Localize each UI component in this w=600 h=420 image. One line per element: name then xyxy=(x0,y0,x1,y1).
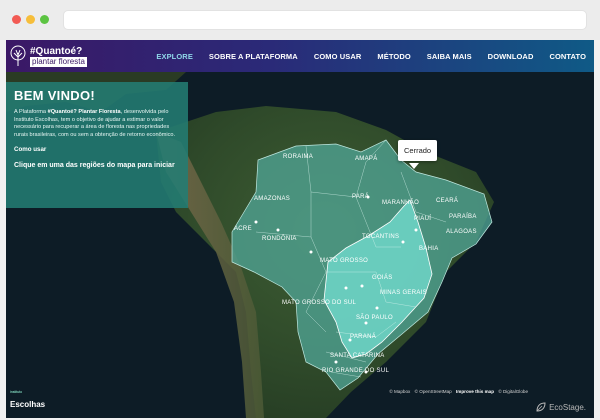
state-label-rio-grande-do-sul: RIO GRANDE DO SUL xyxy=(322,368,389,374)
region-tooltip[interactable]: Cerrado xyxy=(398,140,438,161)
maximize-window-dot[interactable] xyxy=(40,15,49,24)
state-label-para: PARÁ xyxy=(352,193,369,200)
state-label-parana: PARANÁ xyxy=(350,333,376,340)
nav-item-contato[interactable]: CONTATO xyxy=(541,52,594,61)
credit-logo[interactable]: EcoStage. xyxy=(536,402,586,412)
address-bar[interactable] xyxy=(63,10,587,30)
browser-chrome xyxy=(0,0,600,40)
state-label-santa-catarina: SANTA CATARINA xyxy=(330,353,385,359)
digitalglobe-attribution[interactable]: © DigitalGlobe xyxy=(498,389,528,394)
state-label-roraima: RORAIMA xyxy=(283,154,313,160)
browser-window: RORAIMA AMAPÁ AMAZONAS PARÁ MARANHÃO CEA… xyxy=(0,0,600,420)
state-label-amazonas: AMAZONAS xyxy=(254,196,290,202)
tree-logo-icon xyxy=(10,45,26,66)
osm-attribution[interactable]: © OpenStreetMap xyxy=(415,389,452,394)
state-label-maranhao: MARANHÃO xyxy=(382,199,419,206)
welcome-description: A Plataforma #Quantoé? Plantar Floresta,… xyxy=(14,109,180,139)
state-label-mato-grosso-do-sul: MATO GROSSO DO SUL xyxy=(282,300,357,306)
state-label-mato-grosso: MATO GROSSO xyxy=(320,258,368,264)
logo-text: #Quantoé? plantar floresta xyxy=(30,46,87,67)
logo-subtitle: plantar floresta xyxy=(30,56,87,67)
state-label-sao-paulo: SÃO PAULO xyxy=(356,314,393,321)
state-label-tocantins: TOCANTINS xyxy=(362,234,399,240)
logo-title: #Quantoé? xyxy=(30,45,83,57)
description-prefix: A Plataforma xyxy=(14,109,48,115)
partner-logo-text: instituto Escolhas xyxy=(10,390,45,412)
partner-small-text: instituto xyxy=(10,390,23,394)
improve-map-link[interactable]: Improve this map xyxy=(456,389,494,394)
map-attribution: © Mapbox © OpenStreetMap Improve this ma… xyxy=(386,389,528,394)
como-usar-link[interactable]: Como usar xyxy=(14,146,180,153)
site-logo[interactable]: #Quantoé? plantar floresta xyxy=(10,43,87,69)
close-window-dot[interactable] xyxy=(12,15,21,24)
state-label-piaui: PIAUÍ xyxy=(414,215,431,222)
state-label-minas-gerais: MINAS GERAIS xyxy=(380,290,427,296)
minimize-window-dot[interactable] xyxy=(26,15,35,24)
state-label-goias: GOIÁS xyxy=(372,274,393,281)
nav-item-saiba-mais[interactable]: SAIBA MAIS xyxy=(419,52,480,61)
nav-item-sobre[interactable]: SOBRE A PLATAFORMA xyxy=(201,52,306,61)
nav-item-explore[interactable]: EXPLORE xyxy=(148,52,201,61)
credit-text: EcoStage. xyxy=(549,402,586,412)
nav-item-metodo[interactable]: MÉTODO xyxy=(369,52,418,61)
nav-item-download[interactable]: DOWNLOAD xyxy=(480,52,542,61)
state-label-bahia: BAHIA xyxy=(419,246,439,252)
leaf-icon xyxy=(536,402,546,412)
state-label-acre: ACRE xyxy=(234,226,252,232)
state-label-ceara: CEARÁ xyxy=(436,197,458,204)
nav-item-como-usar[interactable]: COMO USAR xyxy=(306,52,370,61)
partner-name: Escolhas xyxy=(10,400,46,409)
state-label-amapa: AMAPÁ xyxy=(355,155,378,162)
nav-menu: EXPLORE SOBRE A PLATAFORMA COMO USAR MÉT… xyxy=(148,40,594,72)
welcome-panel: BEM VINDO! A Plataforma #Quantoé? Planta… xyxy=(6,82,188,208)
state-label-paraiba: PARAÍBA xyxy=(449,213,477,220)
mapbox-attribution[interactable]: © Mapbox xyxy=(389,389,410,394)
top-navigation: #Quantoé? plantar floresta EXPLORE SOBRE… xyxy=(6,40,594,72)
tooltip-arrow xyxy=(409,163,419,169)
select-region-prompt: Clique em uma das regiões do mapa para i… xyxy=(14,162,175,170)
description-platform-name: #Quantoé? Plantar Floresta xyxy=(47,109,121,115)
website: RORAIMA AMAPÁ AMAZONAS PARÁ MARANHÃO CEA… xyxy=(6,40,594,418)
partner-logo[interactable]: instituto Escolhas xyxy=(10,390,45,412)
state-label-alagoas: ALAGOAS xyxy=(446,229,477,235)
state-label-rondonia: RONDÔNIA xyxy=(262,235,297,242)
welcome-title: BEM VINDO! xyxy=(14,88,95,103)
